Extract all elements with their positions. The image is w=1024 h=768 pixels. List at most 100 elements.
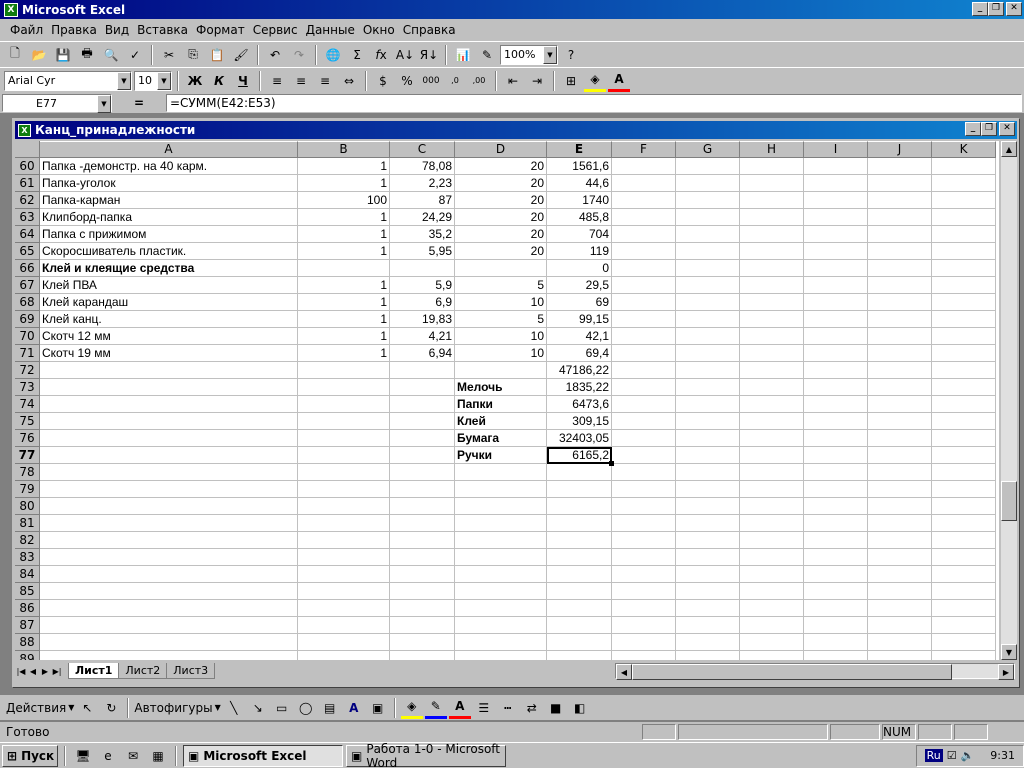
- cell-c[interactable]: 6,94: [390, 345, 455, 362]
- line-color-icon[interactable]: ✎: [424, 697, 447, 719]
- cell-g[interactable]: [676, 515, 740, 532]
- cell-f[interactable]: [612, 362, 676, 379]
- cell-d[interactable]: 10: [455, 294, 547, 311]
- cell-f[interactable]: [612, 447, 676, 464]
- cell-h[interactable]: [740, 583, 804, 600]
- cell-g[interactable]: [676, 277, 740, 294]
- cell-b[interactable]: [298, 379, 390, 396]
- cell-j[interactable]: [868, 566, 932, 583]
- cell-d[interactable]: 5: [455, 277, 547, 294]
- menu-item[interactable]: Окно: [359, 23, 399, 37]
- column-header[interactable]: H: [740, 141, 804, 158]
- cell-j[interactable]: [868, 600, 932, 617]
- formula-input[interactable]: =СУММ(E42:E53): [166, 94, 1022, 112]
- row-header[interactable]: 64: [15, 226, 40, 243]
- menu-item[interactable]: Файл: [6, 23, 47, 37]
- cell-k[interactable]: [932, 634, 996, 651]
- autoshapes-menu[interactable]: Автофигуры: [134, 701, 212, 715]
- cell-c[interactable]: [390, 379, 455, 396]
- cell-e[interactable]: 69,4: [547, 345, 612, 362]
- cell-e[interactable]: [547, 515, 612, 532]
- cell-h[interactable]: [740, 226, 804, 243]
- font-color-icon[interactable]: A: [608, 70, 630, 92]
- cell-f[interactable]: [612, 192, 676, 209]
- row-header[interactable]: 69: [15, 311, 40, 328]
- cell-f[interactable]: [612, 634, 676, 651]
- cell-j[interactable]: [868, 328, 932, 345]
- restore-button[interactable]: ❐: [988, 2, 1004, 16]
- language-indicator[interactable]: Ru: [924, 749, 943, 762]
- column-header[interactable]: C: [390, 141, 455, 158]
- close-button[interactable]: ✕: [999, 122, 1015, 136]
- row-header[interactable]: 60: [15, 158, 40, 175]
- cell-b[interactable]: [298, 413, 390, 430]
- row-header[interactable]: 66: [15, 260, 40, 277]
- line-style-icon[interactable]: ☰: [473, 697, 495, 719]
- cell-f[interactable]: [612, 396, 676, 413]
- taskbar-button[interactable]: ▣ Microsoft Excel: [183, 744, 343, 767]
- cell-f[interactable]: [612, 498, 676, 515]
- cell-f[interactable]: [612, 549, 676, 566]
- cell-d[interactable]: 10: [455, 345, 547, 362]
- cell-e[interactable]: 47186,22: [547, 362, 612, 379]
- cell-h[interactable]: [740, 192, 804, 209]
- cell-g[interactable]: [676, 311, 740, 328]
- cell-c[interactable]: [390, 566, 455, 583]
- cell-e[interactable]: 704: [547, 226, 612, 243]
- help-icon[interactable]: ?: [560, 44, 582, 66]
- cell-f[interactable]: [612, 515, 676, 532]
- cell-a[interactable]: Скотч 19 мм: [40, 345, 298, 362]
- cell-j[interactable]: [868, 260, 932, 277]
- cell-h[interactable]: [740, 617, 804, 634]
- textbox-icon[interactable]: ▤: [319, 697, 341, 719]
- cell-b[interactable]: [298, 498, 390, 515]
- row-header[interactable]: 63: [15, 209, 40, 226]
- cell-d[interactable]: [455, 260, 547, 277]
- cell-c[interactable]: [390, 549, 455, 566]
- cell-c[interactable]: [390, 498, 455, 515]
- cell-g[interactable]: [676, 379, 740, 396]
- cut-icon[interactable]: ✂: [158, 44, 180, 66]
- cell-k[interactable]: [932, 226, 996, 243]
- 3d-icon[interactable]: ◧: [569, 697, 591, 719]
- cell-a[interactable]: Папка -демонстр. на 40 карм.: [40, 158, 298, 175]
- cell-a[interactable]: Клей канц.: [40, 311, 298, 328]
- chevron-down-icon[interactable]: ▼: [117, 71, 131, 90]
- prev-sheet-icon[interactable]: ◀: [27, 664, 39, 678]
- cell-d[interactable]: [455, 498, 547, 515]
- cell-e[interactable]: [547, 651, 612, 660]
- cell-f[interactable]: [612, 175, 676, 192]
- cell-j[interactable]: [868, 362, 932, 379]
- cell-b[interactable]: [298, 566, 390, 583]
- cell-k[interactable]: [932, 430, 996, 447]
- cell-h[interactable]: [740, 243, 804, 260]
- cell-b[interactable]: [298, 532, 390, 549]
- scroll-up-icon[interactable]: ▲: [1001, 141, 1017, 157]
- cell-k[interactable]: [932, 328, 996, 345]
- cell-c[interactable]: 4,21: [390, 328, 455, 345]
- cell-c[interactable]: 5,95: [390, 243, 455, 260]
- cell-g[interactable]: [676, 447, 740, 464]
- cell-k[interactable]: [932, 379, 996, 396]
- row-header[interactable]: 75: [15, 413, 40, 430]
- spelling-icon[interactable]: ✓: [124, 44, 146, 66]
- cell-h[interactable]: [740, 447, 804, 464]
- cell-d[interactable]: 10: [455, 328, 547, 345]
- cell-b[interactable]: [298, 464, 390, 481]
- cell-d[interactable]: [455, 651, 547, 660]
- cell-b[interactable]: [298, 583, 390, 600]
- cell-g[interactable]: [676, 192, 740, 209]
- cell-k[interactable]: [932, 294, 996, 311]
- percent-icon[interactable]: %: [396, 70, 418, 92]
- cell-f[interactable]: [612, 311, 676, 328]
- cell-i[interactable]: [804, 413, 868, 430]
- cell-c[interactable]: 35,2: [390, 226, 455, 243]
- font-name-select[interactable]: Arial Cyr ▼: [4, 70, 132, 91]
- cell-c[interactable]: [390, 413, 455, 430]
- cell-b[interactable]: 1: [298, 294, 390, 311]
- scroll-thumb[interactable]: [1001, 481, 1017, 521]
- cell-i[interactable]: [804, 379, 868, 396]
- cell-j[interactable]: [868, 192, 932, 209]
- free-rotate-icon[interactable]: ↻: [100, 697, 122, 719]
- cell-j[interactable]: [868, 226, 932, 243]
